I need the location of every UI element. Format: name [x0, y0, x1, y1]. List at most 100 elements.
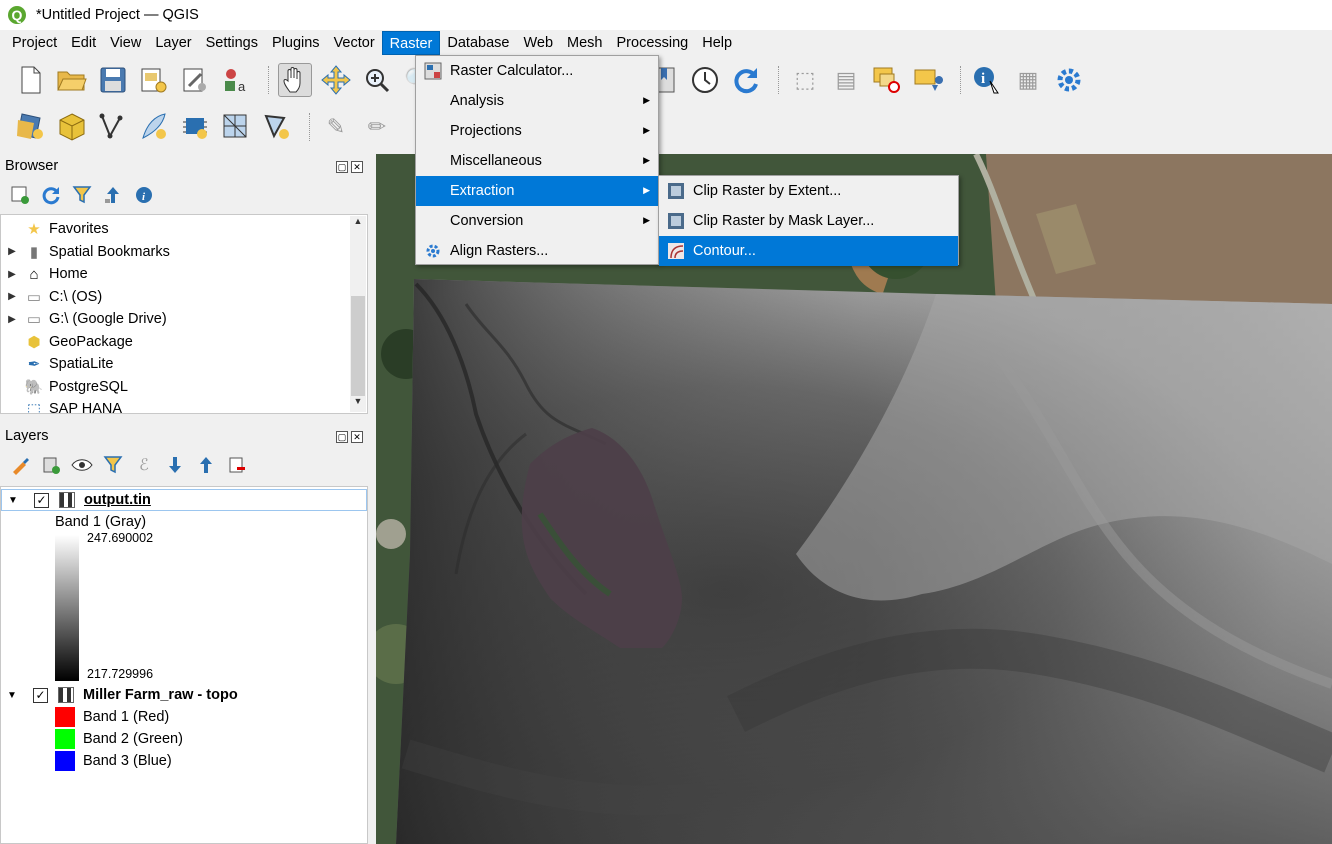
menu-vector[interactable]: Vector [327, 31, 382, 55]
new-geopackage-layer-icon[interactable] [55, 110, 89, 144]
refresh-browser-icon[interactable] [39, 183, 63, 207]
menu-help[interactable]: Help [695, 31, 739, 55]
expand-arrow-icon[interactable]: ▶ [5, 291, 19, 302]
browser-item-favorites[interactable]: ★ Favorites [1, 218, 367, 241]
menu-settings[interactable]: Settings [199, 31, 265, 55]
menu-item-miscellaneous[interactable]: Miscellaneous ▶ [416, 146, 658, 176]
data-source-manager-icon[interactable] [14, 110, 48, 144]
style-manager-icon[interactable]: a [219, 63, 253, 97]
menu-view[interactable]: View [103, 31, 148, 55]
ramp-min-label: 217.729996 [87, 667, 154, 681]
collapse-all-icon[interactable] [101, 183, 125, 207]
filter-browser-icon[interactable] [70, 183, 94, 207]
save-project-icon[interactable] [96, 63, 130, 97]
menu-item-contour[interactable]: Contour... [659, 236, 958, 266]
expand-arrow-icon[interactable]: ▶ [5, 314, 19, 325]
manage-visibility-icon[interactable] [70, 453, 94, 477]
zoom-in-icon[interactable] [360, 63, 394, 97]
pan-map-icon[interactable] [278, 63, 312, 97]
menu-item-align-rasters[interactable]: Align Rasters... [416, 236, 658, 266]
float-panel-icon[interactable]: ▢ [336, 431, 348, 443]
layers-toolbar: ℰ [0, 452, 368, 478]
new-print-layout-icon[interactable] [137, 63, 171, 97]
new-project-icon[interactable] [14, 63, 48, 97]
browser-item-geopackage[interactable]: ⬢ GeoPackage [1, 331, 367, 354]
close-panel-icon[interactable]: ✕ [351, 161, 363, 173]
collapse-arrow-icon[interactable]: ▼ [8, 495, 22, 506]
filter-legend-icon[interactable] [101, 453, 125, 477]
layer-visibility-checkbox[interactable]: ✓ [34, 492, 49, 508]
browser-toolbar: i [0, 182, 368, 208]
add-group-icon[interactable] [39, 453, 63, 477]
expand-arrow-icon[interactable]: ▶ [5, 269, 19, 280]
menu-raster[interactable]: Raster [381, 31, 441, 55]
browser-item-spatial-bookmarks[interactable]: ▶ ▮ Spatial Bookmarks [1, 241, 367, 264]
new-temporary-layer-icon[interactable] [260, 110, 294, 144]
browser-item-postgresql[interactable]: 🐘 PostgreSQL [1, 376, 367, 399]
panel-splitter[interactable] [368, 154, 376, 844]
menu-item-analysis[interactable]: Analysis ▶ [416, 86, 658, 116]
float-panel-icon[interactable]: ▢ [336, 161, 348, 173]
menu-item-extraction[interactable]: Extraction ▶ [416, 176, 658, 206]
remove-layer-icon[interactable] [225, 453, 249, 477]
menu-edit[interactable]: Edit [64, 31, 103, 55]
deselect-all-icon[interactable] [870, 63, 904, 97]
browser-item-spatialite[interactable]: ✒ SpatiaLite [1, 353, 367, 376]
layout-manager-icon[interactable] [178, 63, 212, 97]
menu-item-clip-raster-by-extent[interactable]: Clip Raster by Extent... [659, 176, 958, 206]
menu-layer[interactable]: Layer [148, 31, 198, 55]
menu-mesh[interactable]: Mesh [560, 31, 609, 55]
layer-name[interactable]: output.tin [84, 492, 151, 508]
browser-item-sap-hana[interactable]: ⬚ SAP HANA [1, 398, 367, 413]
layer-row-miller-farm[interactable]: ▼ ✓ Miller Farm_raw - topo [1, 684, 367, 706]
menu-plugins[interactable]: Plugins [265, 31, 327, 55]
menu-web[interactable]: Web [516, 31, 560, 55]
filter-by-expression-icon[interactable]: ℰ [132, 453, 156, 477]
postgresql-icon: 🐘 [24, 378, 44, 396]
select-by-location-icon[interactable] [911, 63, 945, 97]
pan-to-selection-icon[interactable] [319, 63, 353, 97]
settings-icon[interactable] [1052, 63, 1086, 97]
menu-item-clip-raster-by-mask[interactable]: Clip Raster by Mask Layer... [659, 206, 958, 236]
new-shapefile-layer-icon[interactable] [96, 110, 130, 144]
temporal-controller-icon[interactable] [688, 63, 722, 97]
select-features-icon[interactable]: ⬚ [788, 63, 822, 97]
new-mesh-layer-icon[interactable] [219, 110, 253, 144]
menu-project[interactable]: Project [5, 31, 64, 55]
attribute-table-icon[interactable]: ▤ [829, 63, 863, 97]
properties-info-icon[interactable]: i [132, 183, 156, 207]
new-spatialite-layer-icon[interactable] [137, 110, 171, 144]
open-project-icon[interactable] [55, 63, 89, 97]
open-calculator-icon[interactable]: ▦ [1011, 63, 1045, 97]
menu-database[interactable]: Database [440, 31, 516, 55]
new-virtual-layer-icon[interactable] [178, 110, 212, 144]
style-panel-icon[interactable] [8, 453, 32, 477]
menu-processing[interactable]: Processing [610, 31, 696, 55]
scrollbar-thumb[interactable] [351, 296, 365, 396]
toggle-editing-icon[interactable]: ✏ [360, 110, 394, 144]
scroll-down-icon[interactable]: ▼ [350, 396, 366, 412]
refresh-icon[interactable] [729, 63, 763, 97]
expand-arrow-icon[interactable]: ▶ [5, 246, 19, 257]
svg-text:a: a [238, 79, 246, 94]
menu-item-raster-calculator[interactable]: Raster Calculator... [416, 56, 658, 86]
layer-name[interactable]: Miller Farm_raw - topo [83, 687, 238, 703]
menu-item-conversion[interactable]: Conversion ▶ [416, 206, 658, 236]
layer-visibility-checkbox[interactable]: ✓ [33, 687, 48, 703]
identify-features-icon[interactable]: i [970, 63, 1004, 97]
close-panel-icon[interactable]: ✕ [351, 431, 363, 443]
browser-item-c-drive[interactable]: ▶ ▭ C:\ (OS) [1, 286, 367, 309]
layer-row-output-tin[interactable]: ▼ ✓ output.tin [1, 489, 367, 511]
browser-item-home[interactable]: ▶ ⌂ Home [1, 263, 367, 286]
collapse-all-icon[interactable] [194, 453, 218, 477]
band-color-swatch [55, 707, 75, 727]
scroll-up-icon[interactable]: ▲ [350, 216, 366, 232]
current-edits-icon[interactable]: ✎ [319, 110, 353, 144]
menu-item-projections[interactable]: Projections ▶ [416, 116, 658, 146]
add-selected-layers-icon[interactable] [8, 183, 32, 207]
browser-item-g-drive[interactable]: ▶ ▭ G:\ (Google Drive) [1, 308, 367, 331]
expand-all-icon[interactable] [163, 453, 187, 477]
raster-menu: Raster Calculator... Analysis ▶ Projectio… [415, 55, 659, 265]
collapse-arrow-icon[interactable]: ▼ [7, 690, 21, 701]
browser-scrollbar[interactable]: ▲ ▼ [350, 216, 366, 412]
